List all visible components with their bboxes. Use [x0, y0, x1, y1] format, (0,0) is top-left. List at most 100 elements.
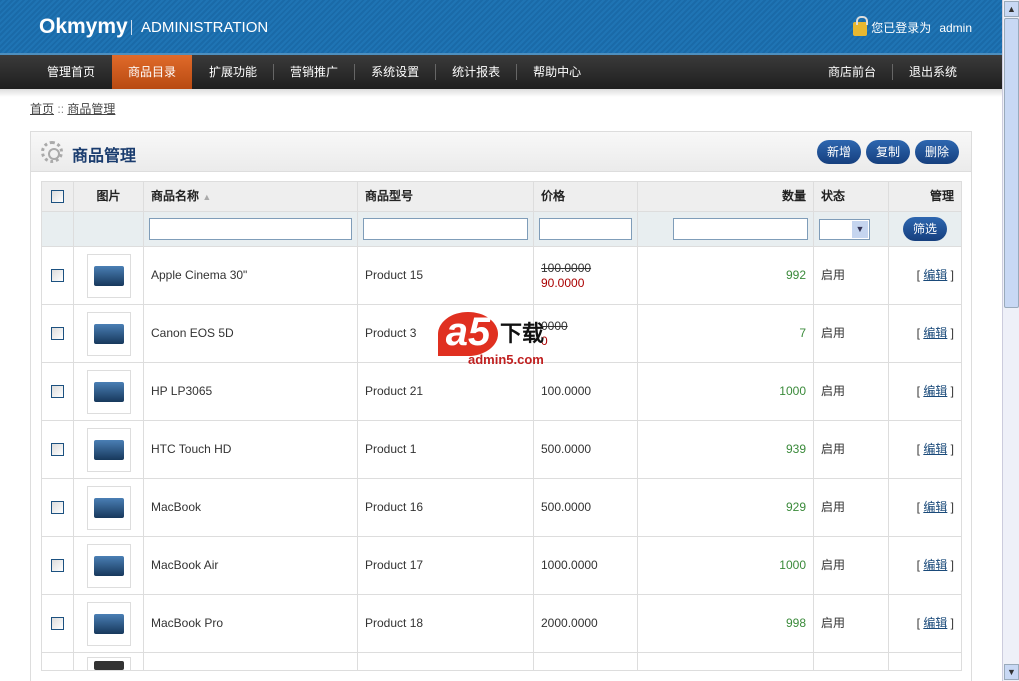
- nav-storefront[interactable]: 商店前台: [812, 55, 892, 89]
- filter-button[interactable]: 筛选: [902, 217, 947, 241]
- product-name: MacBook Pro: [143, 594, 358, 653]
- login-info: 您已登录为 admin: [853, 16, 972, 36]
- delete-button[interactable]: 删除: [914, 140, 959, 164]
- price: 100.0000: [541, 384, 592, 398]
- product-status: 启用: [813, 246, 889, 305]
- row-checkbox[interactable]: [51, 501, 64, 515]
- product-status: 启用: [813, 536, 889, 595]
- product-name: MacBook: [143, 478, 358, 537]
- copy-button[interactable]: 复制: [865, 140, 910, 164]
- edit-link[interactable]: 编辑: [923, 616, 947, 630]
- product-status: 启用: [813, 594, 889, 653]
- header-model[interactable]: 商品型号: [357, 181, 534, 212]
- nav-marketing[interactable]: 营销推广: [274, 55, 354, 89]
- add-button[interactable]: 新增: [816, 140, 861, 164]
- row-checkbox[interactable]: [51, 443, 64, 457]
- scroll-up-icon[interactable]: ▲: [1004, 1, 1019, 17]
- nav-shadow: [0, 89, 1002, 97]
- filter-quantity-input[interactable]: [673, 218, 808, 240]
- chevron-down-icon: ▼: [852, 220, 868, 238]
- filter-name-input[interactable]: [149, 218, 352, 240]
- nav-extensions[interactable]: 扩展功能: [193, 55, 273, 89]
- product-model: Product 15: [357, 246, 534, 305]
- product-quantity: 1000: [637, 362, 814, 421]
- product-status: 启用: [813, 304, 889, 363]
- watermark-logo: a5: [438, 312, 498, 356]
- scrollbar-thumb[interactable]: [1004, 18, 1019, 308]
- product-name: MacBook Air: [143, 536, 358, 595]
- nav-help[interactable]: 帮助中心: [517, 55, 597, 89]
- watermark: a5 下载 admin5.com: [438, 312, 578, 368]
- table-row: HTC Touch HD Product 1 500.0000 939 启用 […: [41, 420, 962, 479]
- product-thumbnail: [86, 543, 131, 588]
- nav-home[interactable]: 管理首页: [31, 55, 111, 89]
- breadcrumb-home[interactable]: 首页: [30, 102, 54, 116]
- table-row: [41, 652, 962, 671]
- product-model: Product 17: [357, 536, 534, 595]
- select-all-checkbox[interactable]: [51, 190, 64, 204]
- breadcrumb-current[interactable]: 商品管理: [67, 102, 115, 116]
- scroll-down-icon[interactable]: ▼: [1004, 664, 1019, 680]
- row-checkbox[interactable]: [51, 385, 64, 399]
- product-name: Apple Cinema 30": [143, 246, 358, 305]
- edit-link[interactable]: 编辑: [923, 500, 947, 514]
- header-price[interactable]: 价格: [533, 181, 638, 212]
- header-status[interactable]: 状态: [813, 181, 889, 212]
- row-checkbox[interactable]: [51, 327, 64, 341]
- header-image: 图片: [73, 181, 144, 212]
- product-name: Canon EOS 5D: [143, 304, 358, 363]
- header: Okmymy ADMINISTRATION 您已登录为 admin: [0, 0, 1002, 55]
- main-nav: 管理首页 商品目录 扩展功能 营销推广 系统设置 统计报表 帮助中心 商店前台 …: [0, 55, 1002, 89]
- price: 2000.0000: [541, 616, 598, 630]
- logo: Okmymy: [39, 15, 128, 38]
- table-row: Apple Cinema 30" Product 15 100.0000 90.0…: [41, 246, 962, 305]
- price: 500.0000: [541, 500, 592, 514]
- filter-price-input[interactable]: [539, 218, 632, 240]
- header-name[interactable]: 商品名称 ▲: [143, 181, 358, 212]
- product-model: Product 16: [357, 478, 534, 537]
- product-quantity: 929: [637, 478, 814, 537]
- product-thumbnail: [86, 311, 131, 356]
- row-checkbox[interactable]: [51, 269, 64, 283]
- watermark-site: admin5.com: [468, 352, 544, 367]
- product-quantity: 7: [637, 304, 814, 363]
- edit-link[interactable]: 编辑: [923, 442, 947, 456]
- lock-icon: [853, 16, 869, 36]
- nav-catalog[interactable]: 商品目录: [112, 55, 193, 89]
- product-thumbnail: [86, 427, 131, 472]
- product-thumbnail: [86, 253, 131, 298]
- breadcrumb: 首页 :: 商品管理: [30, 100, 115, 117]
- filter-status-select[interactable]: ▼: [819, 218, 870, 240]
- row-checkbox[interactable]: [51, 559, 64, 573]
- product-quantity: 939: [637, 420, 814, 479]
- product-status: 启用: [813, 362, 889, 421]
- product-model: Product 18: [357, 594, 534, 653]
- login-text: 您已登录为: [871, 21, 932, 35]
- product-thumbnail: [86, 601, 131, 646]
- nav-settings[interactable]: 系统设置: [355, 55, 435, 89]
- price: 1000.0000: [541, 558, 598, 572]
- vertical-scrollbar[interactable]: ▲ ▼: [1002, 0, 1019, 681]
- table-row: MacBook Air Product 17 1000.0000 1000 启用…: [41, 536, 962, 595]
- edit-link[interactable]: 编辑: [923, 558, 947, 572]
- product-status: 启用: [813, 420, 889, 479]
- edit-link[interactable]: 编辑: [923, 326, 947, 340]
- header-name-label: 商品名称: [151, 188, 200, 203]
- nav-reports[interactable]: 统计报表: [436, 55, 516, 89]
- panel-header: 商品管理 新增 复制 删除: [31, 132, 971, 172]
- product-quantity: 992: [637, 246, 814, 305]
- nav-logout[interactable]: 退出系统: [893, 55, 973, 89]
- edit-link[interactable]: 编辑: [923, 384, 947, 398]
- watermark-text: 下载: [500, 321, 545, 346]
- product-thumbnail: [86, 369, 131, 414]
- product-name: HP LP3065: [143, 362, 358, 421]
- header-quantity[interactable]: 数量: [637, 181, 814, 212]
- filter-model-input[interactable]: [363, 218, 528, 240]
- logo-divider: [131, 20, 132, 35]
- product-panel: 商品管理 新增 复制 删除 图片 商品名称 ▲ 商品型号 价格 数量 状态 管理…: [30, 131, 972, 681]
- row-checkbox[interactable]: [51, 617, 64, 631]
- product-quantity: 1000: [637, 536, 814, 595]
- product-quantity: 998: [637, 594, 814, 653]
- edit-link[interactable]: 编辑: [923, 268, 947, 282]
- breadcrumb-sep: ::: [57, 102, 65, 116]
